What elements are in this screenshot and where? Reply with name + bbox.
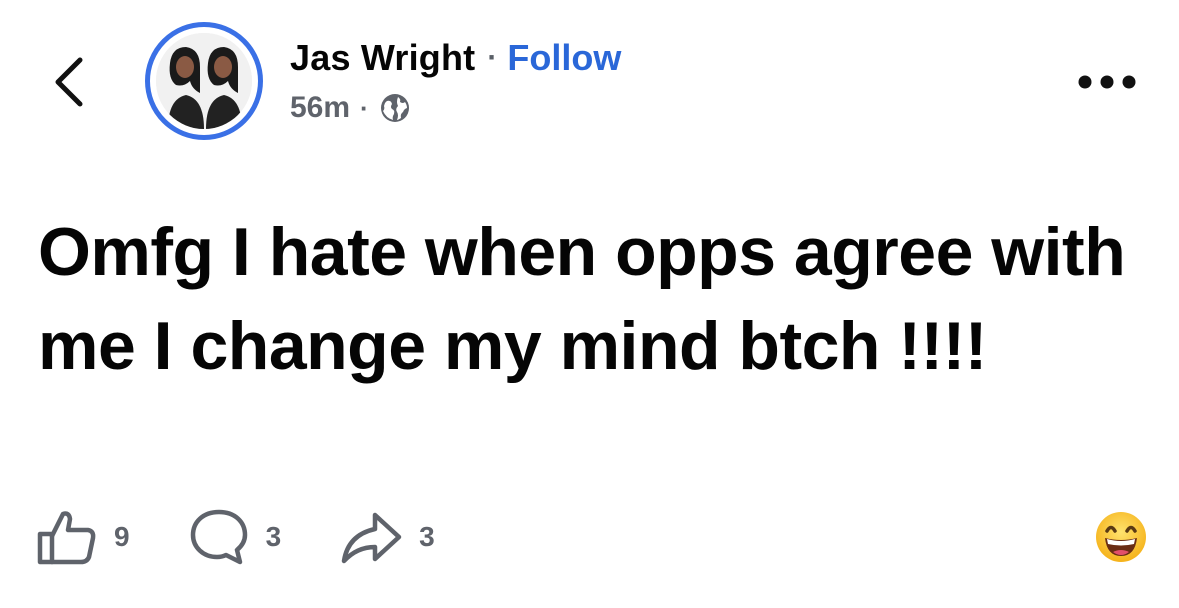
thumbs-up-icon <box>37 511 96 565</box>
comment-button[interactable]: 3 <box>188 507 282 567</box>
meta-separator: · <box>360 92 369 123</box>
like-button[interactable]: 9 <box>36 508 130 566</box>
share-arrow-icon <box>341 512 402 564</box>
back-button[interactable] <box>40 44 100 120</box>
more-options-button[interactable] <box>1072 62 1142 102</box>
post-actions-bar: 9 3 3 <box>36 502 493 572</box>
comment-bubble-icon <box>190 509 247 565</box>
share-count: 3 <box>419 521 435 552</box>
post-meta: 56m · <box>290 86 411 130</box>
more-horizontal-icon <box>1078 75 1136 89</box>
author-name[interactable]: Jas Wright <box>290 37 475 79</box>
name-separator: · <box>487 41 498 74</box>
author-row: Jas Wright · Follow <box>290 34 621 82</box>
like-count: 9 <box>114 521 130 552</box>
grinning-face-emoji-icon[interactable] <box>1094 510 1148 564</box>
chevron-left-icon <box>55 57 83 107</box>
post-text: Omfg I hate when opps agree with me I ch… <box>38 214 1126 384</box>
follow-button[interactable]: Follow <box>507 37 621 79</box>
post-timestamp[interactable]: 56m <box>290 91 350 125</box>
share-button[interactable]: 3 <box>339 509 435 565</box>
globe-icon[interactable] <box>379 92 411 124</box>
author-avatar[interactable] <box>145 22 263 140</box>
comment-count: 3 <box>265 521 282 552</box>
avatar-photo <box>156 33 252 129</box>
